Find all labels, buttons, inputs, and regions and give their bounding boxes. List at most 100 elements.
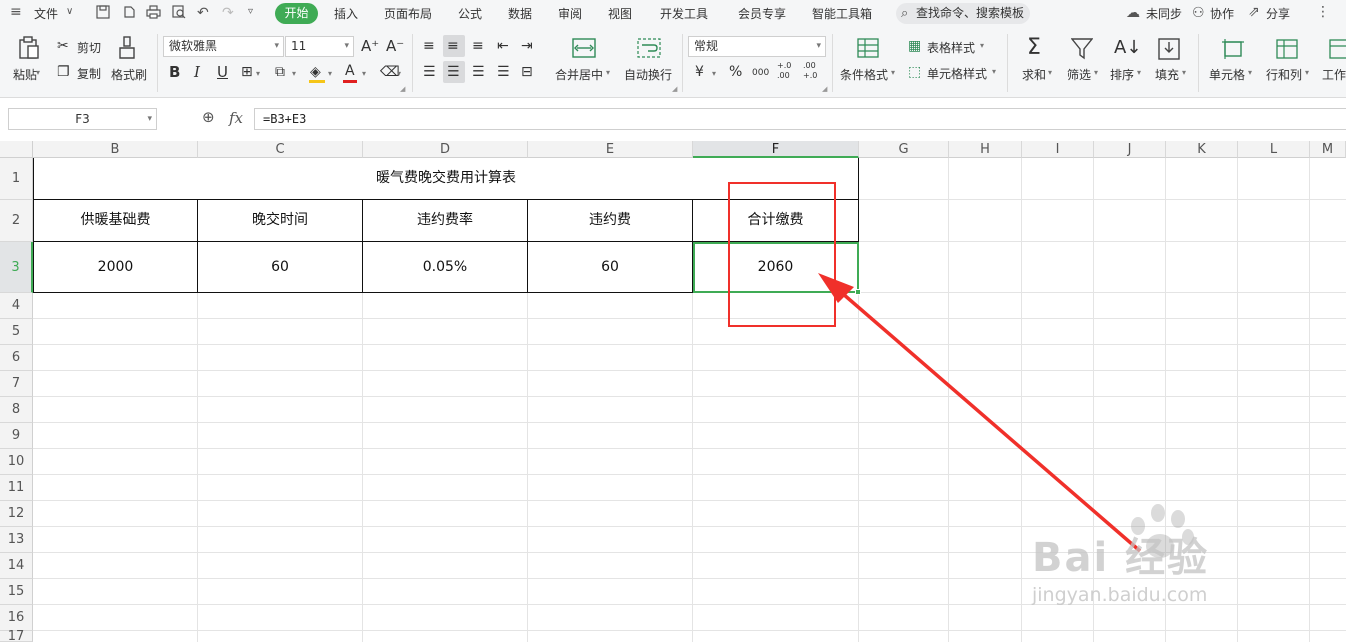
name-box[interactable]: F3 ▾ [8, 108, 157, 130]
font-size-select[interactable]: 11 ▾ [285, 36, 354, 57]
export-icon[interactable] [122, 5, 136, 23]
tab-developer[interactable]: 开发工具 [660, 5, 708, 22]
tab-review[interactable]: 审阅 [558, 5, 582, 22]
tab-member[interactable]: 会员专享 [738, 5, 786, 22]
sum-icon[interactable]: Σ [1027, 36, 1041, 60]
share-button[interactable]: 分享 [1266, 5, 1290, 22]
cut-button[interactable]: 剪切 [77, 39, 101, 56]
filter-button[interactable]: 筛选 [1067, 66, 1091, 83]
cell-style-icon[interactable]: ⬚ [908, 64, 921, 80]
percent-button[interactable]: % [729, 64, 742, 80]
underline-button[interactable]: U [217, 64, 228, 80]
cell-button[interactable]: 单元格 [1209, 66, 1245, 83]
file-menu[interactable]: 文件 [34, 5, 58, 22]
quick-access-dropdown-icon[interactable]: ▿ [248, 6, 253, 17]
brush-icon[interactable] [118, 36, 142, 59]
table-style-icon[interactable]: ▦ [908, 38, 921, 54]
sync-status[interactable]: 未同步 [1146, 5, 1182, 22]
merge-center-button[interactable]: 合并居中 [555, 66, 603, 83]
decrease-indent-icon[interactable]: ⇤ [497, 38, 509, 54]
chevron-down-icon[interactable]: ▾ [1248, 68, 1252, 77]
chevron-down-icon[interactable]: ▾ [1094, 68, 1098, 77]
copy-icon[interactable]: ❐ [57, 64, 70, 80]
cell-icon[interactable] [1221, 38, 1245, 60]
collab-button[interactable]: 协作 [1210, 5, 1234, 22]
chevron-down-icon[interactable]: ▾ [891, 68, 895, 77]
cell-format-icon[interactable]: ⧉ [275, 64, 285, 80]
worksheet-icon[interactable] [1328, 38, 1346, 60]
tab-home[interactable]: 开始 [275, 3, 318, 24]
sort-button[interactable]: 排序 [1110, 66, 1134, 83]
fill-icon[interactable] [1158, 38, 1182, 60]
chevron-down-icon[interactable]: ▾ [712, 66, 716, 82]
fill-color-icon[interactable]: ◈ [310, 64, 321, 80]
table-style-button[interactable]: 表格样式 [927, 39, 975, 56]
undo-icon[interactable]: ↶ [197, 5, 209, 21]
paste-button[interactable]: 粘贴 [13, 66, 37, 83]
more-icon[interactable]: ⋮ [1316, 4, 1330, 20]
fx-icon[interactable]: fx [229, 109, 243, 127]
chevron-down-icon[interactable]: ∨ [66, 6, 73, 17]
align-bottom-icon[interactable]: ≡ [472, 38, 484, 54]
chevron-down-icon[interactable]: ▾ [1048, 68, 1052, 77]
chevron-down-icon[interactable]: ▾ [256, 66, 260, 82]
increase-decimal-button[interactable]: +.0 .00 [777, 61, 797, 81]
cell-style-button[interactable]: 单元格样式 [927, 65, 987, 82]
command-search-input[interactable]: ⌕ 查找命令、搜索模板 [896, 3, 1030, 24]
print-icon[interactable] [146, 5, 161, 23]
tab-smart-toolbox[interactable]: 智能工具箱 [812, 5, 872, 22]
wrap-text-icon[interactable] [637, 38, 661, 60]
redo-icon[interactable]: ↷ [222, 5, 234, 21]
paste-icon[interactable] [17, 36, 41, 59]
increase-font-icon[interactable]: A⁺ [361, 38, 379, 54]
chevron-down-icon[interactable]: ▾ [397, 66, 401, 82]
chevron-down-icon[interactable]: ▾ [328, 66, 332, 82]
print-preview-icon[interactable] [172, 5, 186, 23]
bold-button[interactable]: B [169, 64, 180, 80]
tab-formulas[interactable]: 公式 [458, 5, 482, 22]
wrap-text-button[interactable]: 自动换行 [624, 66, 672, 83]
tab-view[interactable]: 视图 [608, 5, 632, 22]
align-right-icon[interactable]: ☰ [472, 64, 485, 80]
sort-icon[interactable]: A↓ [1114, 37, 1141, 59]
align-left-icon[interactable]: ☰ [423, 64, 436, 80]
sum-button[interactable]: 求和 [1022, 66, 1046, 83]
conditional-format-button[interactable]: 条件格式 [840, 66, 888, 83]
row-col-icon[interactable] [1275, 38, 1299, 60]
number-format-select[interactable]: 常规 ▾ [688, 36, 826, 57]
scissors-icon[interactable]: ✂ [57, 38, 69, 54]
decrease-decimal-button[interactable]: .00 +.0 [803, 61, 823, 81]
chevron-down-icon[interactable]: ▾ [362, 66, 366, 82]
zoom-search-icon[interactable]: ⊕ [202, 108, 215, 126]
conditional-format-icon[interactable] [857, 38, 881, 60]
copy-button[interactable]: 复制 [77, 65, 101, 82]
italic-button[interactable]: I [194, 64, 200, 80]
chevron-down-icon[interactable]: ▾ [1182, 68, 1186, 77]
paste-dropdown-icon[interactable]: ▾ [36, 68, 40, 77]
currency-button[interactable]: ¥ [695, 64, 704, 80]
merge-center-icon[interactable] [572, 38, 596, 60]
tab-page-layout[interactable]: 页面布局 [384, 5, 432, 22]
fill-button[interactable]: 填充 [1155, 66, 1179, 83]
align-center-icon[interactable]: ☰ [447, 64, 460, 80]
justify-icon[interactable]: ☰ [497, 64, 510, 80]
save-icon[interactable] [96, 5, 110, 23]
font-dialog-launcher-icon[interactable]: ◢ [400, 85, 405, 93]
chevron-down-icon[interactable]: ▾ [292, 66, 296, 82]
font-color-icon[interactable]: A [345, 63, 355, 79]
chevron-down-icon[interactable]: ▾ [1137, 68, 1141, 77]
alignment-dialog-launcher-icon[interactable]: ◢ [672, 85, 677, 93]
tab-insert[interactable]: 插入 [334, 5, 358, 22]
chevron-down-icon[interactable]: ▾ [1305, 68, 1309, 77]
borders-icon[interactable]: ⊞ [241, 64, 253, 80]
format-painter-button[interactable]: 格式刷 [111, 66, 147, 83]
chevron-down-icon[interactable]: ▾ [980, 41, 984, 50]
worksheet-button[interactable]: 工作 [1322, 66, 1346, 83]
hamburger-icon[interactable]: ≡ [10, 4, 22, 20]
font-name-select[interactable]: 微软雅黑 ▾ [163, 36, 284, 57]
align-middle-icon[interactable]: ≡ [447, 38, 459, 54]
chevron-down-icon[interactable]: ▾ [606, 68, 610, 77]
row-col-button[interactable]: 行和列 [1266, 66, 1302, 83]
number-dialog-launcher-icon[interactable]: ◢ [822, 85, 827, 93]
chevron-down-icon[interactable]: ▾ [992, 67, 996, 76]
